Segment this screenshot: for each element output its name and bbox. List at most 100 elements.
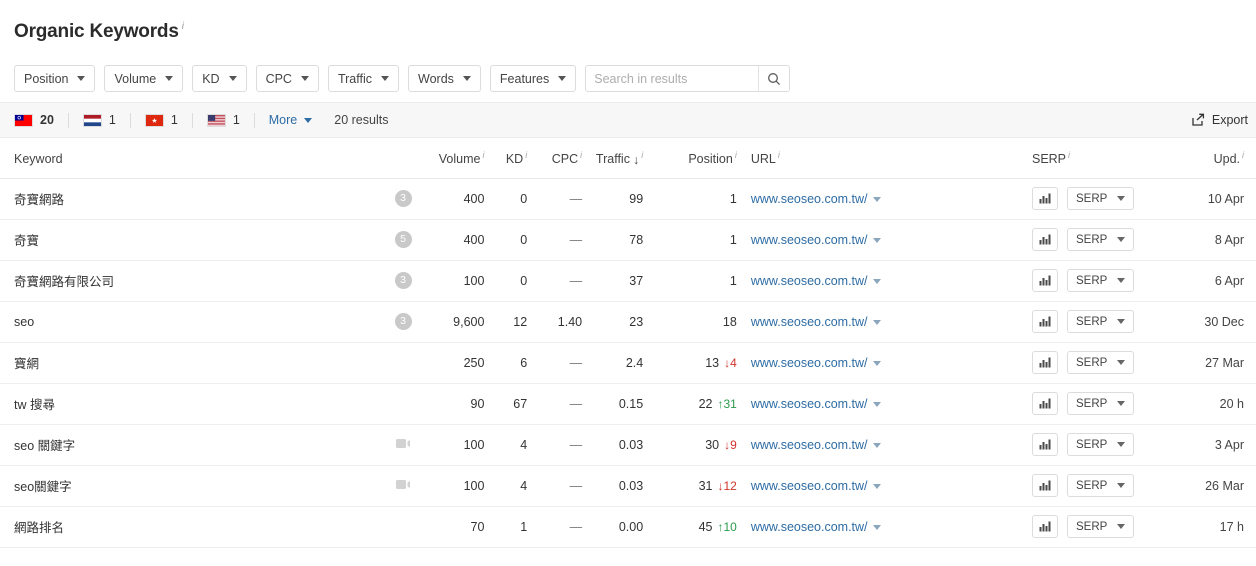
serp-dropdown-button[interactable]: SERP — [1066, 392, 1135, 416]
col-upd[interactable]: Upd. i — [1164, 138, 1256, 179]
col-position[interactable]: Position i — [643, 138, 737, 179]
export-button[interactable]: Export — [1191, 113, 1248, 127]
table-row[interactable]: seo關鍵字 100 4 — 0.03 31 ↓12 www.seoseo.com.tw/SE… — [0, 465, 1256, 507]
chevron-down-icon[interactable] — [872, 196, 881, 202]
filter-cpc[interactable]: CPC — [255, 65, 319, 93]
filter-traffic[interactable]: Traffic — [327, 65, 400, 93]
video-feature-icon[interactable] — [395, 438, 411, 449]
cpc-info-icon[interactable]: i — [580, 150, 582, 160]
table-row[interactable]: 奇寶 5 400 0 — 78 1 www.seoseo.com.tw/SERP 8 Apr — [0, 219, 1256, 261]
cell-keyword[interactable]: 奇寶 — [0, 219, 379, 261]
url-link[interactable]: www.seoseo.com.tw/ — [751, 520, 868, 534]
kd-info-icon[interactable]: i — [525, 150, 527, 160]
cell-keyword[interactable]: 網路排名 — [0, 506, 379, 548]
table-row[interactable]: 奇寶網路有限公司 3 100 0 — 37 1 www.seoseo.com.tw/SERP 6… — [0, 260, 1256, 302]
url-info-icon[interactable]: i — [778, 150, 780, 160]
url-link[interactable]: www.seoseo.com.tw/ — [751, 274, 868, 288]
cell-url: www.seoseo.com.tw/ — [736, 178, 1032, 220]
country-filter-hong-kong[interactable]: 1 — [144, 113, 192, 127]
chevron-down-icon[interactable] — [872, 360, 881, 366]
cell-keyword[interactable]: 寶網 — [0, 342, 379, 384]
cell-keyword[interactable]: seo — [0, 301, 379, 343]
chevron-down-icon[interactable] — [872, 278, 881, 284]
serp-controls: SERP — [1031, 433, 1164, 457]
url-link[interactable]: www.seoseo.com.tw/ — [751, 397, 868, 411]
serp-feature-count-badge[interactable]: 3 — [394, 313, 412, 331]
serp-feature-count-badge[interactable]: 3 — [394, 272, 412, 290]
url-link[interactable]: www.seoseo.com.tw/ — [751, 479, 868, 493]
col-keyword[interactable]: Keyword — [0, 138, 379, 179]
serp-feature-count-badge[interactable]: 5 — [394, 231, 412, 249]
serp-dropdown-button[interactable]: SERP — [1066, 351, 1135, 375]
url-link[interactable]: www.seoseo.com.tw/ — [751, 192, 868, 206]
serp-history-chart-button[interactable] — [1031, 228, 1058, 252]
col-cpc[interactable]: CPC i — [527, 138, 583, 179]
serp-history-chart-button[interactable] — [1031, 392, 1058, 416]
serp-history-chart-button[interactable] — [1031, 187, 1058, 211]
cell-keyword[interactable]: seo 關鍵字 — [0, 424, 379, 466]
cell-keyword[interactable]: 奇寶網路 — [0, 178, 379, 220]
cell-volume-value: 9,600 — [453, 314, 485, 329]
chevron-down-icon[interactable] — [872, 319, 881, 325]
position-info-icon[interactable]: i — [735, 150, 737, 160]
serp-dropdown-button[interactable]: SERP — [1066, 228, 1135, 252]
serp-dropdown-button[interactable]: SERP — [1066, 433, 1135, 457]
url-link[interactable]: www.seoseo.com.tw/ — [751, 438, 868, 452]
serp-history-chart-button[interactable] — [1031, 269, 1058, 293]
search-button[interactable] — [758, 66, 790, 92]
serp-dropdown-button[interactable]: SERP — [1066, 474, 1135, 498]
more-countries-button[interactable]: More — [269, 113, 313, 127]
traffic-info-icon[interactable]: i — [641, 150, 643, 160]
serp-dropdown-button[interactable]: SERP — [1066, 310, 1135, 334]
filter-words[interactable]: Words — [408, 65, 481, 93]
country-count-netherlands: 1 — [108, 113, 116, 128]
country-filter-taiwan[interactable]: 20 — [14, 113, 68, 127]
chevron-down-icon[interactable] — [872, 483, 881, 489]
filter-volume[interactable]: Volume — [104, 65, 184, 93]
table-row[interactable]: seo 關鍵字 100 4 — 0.03 30 ↓9 www.seoseo.com.tw/SE… — [0, 424, 1256, 466]
table-row[interactable]: 網路排名 70 1 — 0.00 45 ↑10 www.seoseo.com.tw/SERP 1… — [0, 506, 1256, 548]
col-serp[interactable]: SERP i — [1031, 138, 1165, 179]
video-feature-icon[interactable] — [395, 479, 411, 490]
col-url[interactable]: URL i — [736, 138, 1032, 179]
chevron-down-icon[interactable] — [872, 237, 881, 243]
chevron-down-icon[interactable] — [872, 524, 881, 530]
volume-info-icon[interactable]: i — [482, 150, 484, 160]
url-link[interactable]: www.seoseo.com.tw/ — [751, 315, 868, 329]
col-kd[interactable]: KD i — [484, 138, 528, 179]
table-row[interactable]: 寶網 250 6 — 2.4 13 ↓4 www.seoseo.com.tw/SERP 27 M… — [0, 342, 1256, 384]
page-title-info-icon[interactable]: i — [182, 21, 184, 32]
cell-keyword[interactable]: seo關鍵字 — [0, 465, 379, 507]
filter-position[interactable]: Position — [14, 65, 96, 93]
serp-dropdown-button[interactable]: SERP — [1066, 187, 1135, 211]
filter-kd[interactable]: KD — [192, 65, 247, 93]
serp-history-chart-button[interactable] — [1031, 310, 1058, 334]
cell-keyword[interactable]: tw 搜尋 — [0, 383, 379, 425]
chevron-down-icon[interactable] — [872, 442, 881, 448]
serp-dropdown-button[interactable]: SERP — [1066, 269, 1135, 293]
table-row[interactable]: seo 3 9,600 12 1.40 23 18 www.seoseo.com.tw/SER… — [0, 301, 1256, 343]
cell-volume: 9,600 — [427, 301, 485, 343]
table-row[interactable]: tw 搜尋 90 67 — 0.15 22 ↑31 www.seoseo.com.tw/SER… — [0, 383, 1256, 425]
country-filter-netherlands[interactable]: 1 — [82, 113, 130, 128]
cell-cpc: — — [527, 178, 583, 220]
url-link[interactable]: www.seoseo.com.tw/ — [751, 356, 868, 370]
upd-info-icon[interactable]: i — [1242, 150, 1244, 160]
serp-feature-count-badge[interactable]: 3 — [394, 190, 412, 208]
col-volume[interactable]: Volume i — [427, 138, 485, 179]
serp-dropdown-button[interactable]: SERP — [1066, 515, 1135, 539]
chevron-down-icon[interactable] — [872, 401, 881, 407]
serp-history-chart-button[interactable] — [1031, 474, 1058, 498]
url-link[interactable]: www.seoseo.com.tw/ — [751, 233, 868, 247]
filter-features[interactable]: Features — [489, 65, 577, 93]
country-filter-united-states[interactable]: 1 — [206, 113, 254, 127]
flag-icon-hong-kong — [144, 113, 164, 127]
serp-info-icon[interactable]: i — [1068, 150, 1070, 160]
cell-keyword[interactable]: 奇寶網路有限公司 — [0, 260, 379, 302]
serp-history-chart-button[interactable] — [1031, 351, 1058, 375]
table-row[interactable]: 奇寶網路 3 400 0 — 99 1 www.seoseo.com.tw/SERP 10 Ap… — [0, 178, 1256, 220]
search-input[interactable] — [586, 66, 759, 92]
col-traffic[interactable]: Traffic ↓ i — [582, 138, 644, 179]
serp-history-chart-button[interactable] — [1031, 515, 1058, 539]
serp-history-chart-button[interactable] — [1031, 433, 1058, 457]
